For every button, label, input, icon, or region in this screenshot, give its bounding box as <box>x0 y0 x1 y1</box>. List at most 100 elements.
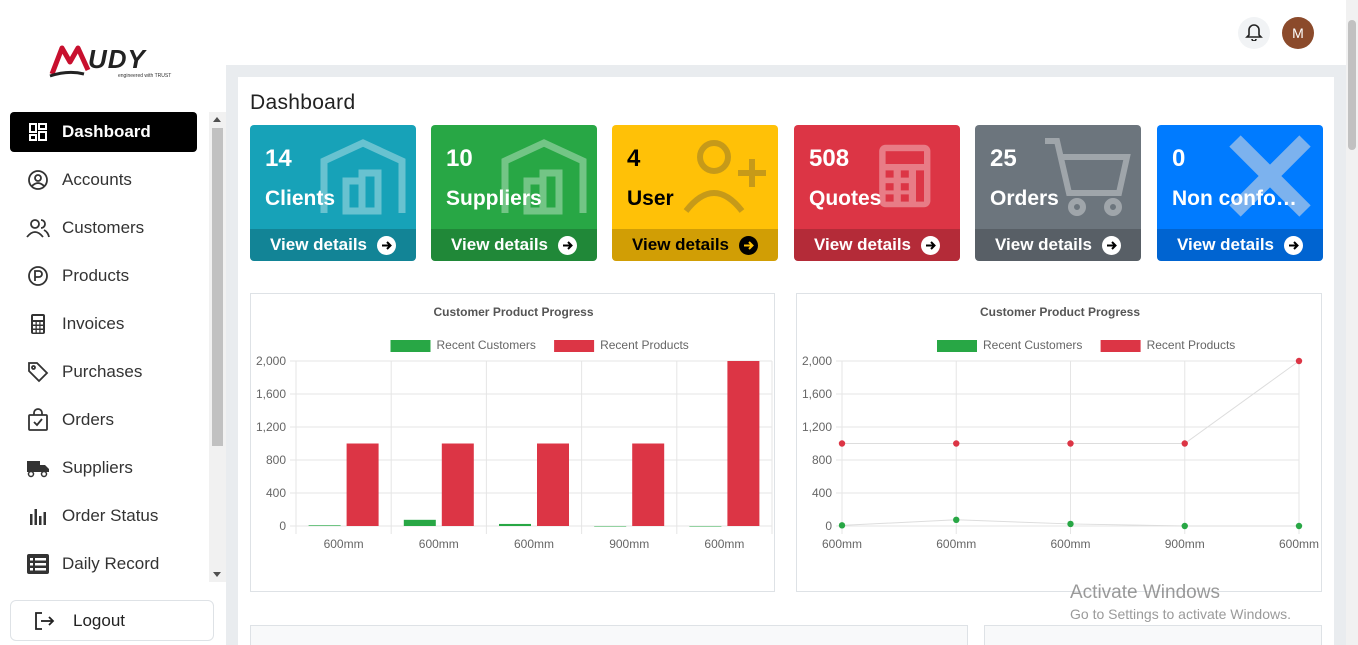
page-title: Dashboard <box>250 91 356 114</box>
legend-swatch <box>937 340 977 352</box>
user-circle-icon <box>26 168 50 192</box>
card-label: Suppliers <box>446 187 542 210</box>
sidebar-item-label: Daily Record <box>62 554 160 573</box>
view-details-link[interactable]: View details <box>1157 229 1323 261</box>
x-tick-label: 600mm <box>324 537 364 551</box>
calculator-icon <box>879 144 931 208</box>
user-avatar[interactable]: M <box>1282 17 1314 49</box>
card-user: 4 User View details <box>612 125 778 261</box>
notifications-button[interactable] <box>1238 17 1270 49</box>
svg-text:UDY: UDY <box>88 44 148 74</box>
latest-orders-panel <box>250 625 968 645</box>
scroll-down-icon[interactable] <box>213 572 221 577</box>
view-details-link[interactable]: View details <box>250 229 416 261</box>
x-tick-label: 600mm <box>822 537 862 551</box>
card-orders: 25 Orders View details <box>975 125 1141 261</box>
customer-product-bar-chart: Customer Product Progress Recent Customer… <box>250 293 775 592</box>
view-details-label: View details <box>813 235 911 254</box>
sidebar-item-products[interactable]: Products <box>10 256 197 296</box>
legend-swatch <box>554 340 595 352</box>
sidebar-item-suppliers[interactable]: Suppliers <box>10 448 197 488</box>
sidebar-item-dashboard[interactable]: Dashboard <box>10 112 197 152</box>
card-clients: 14 Clients View details <box>250 125 416 261</box>
legend-label: Recent Customers <box>983 338 1082 352</box>
bar-recent-products <box>346 443 379 526</box>
bar-recent-customers <box>308 525 341 526</box>
sidebar-item-label: Customers <box>62 218 145 237</box>
list-icon <box>26 552 50 576</box>
view-details-label: View details <box>994 235 1092 254</box>
top-header <box>226 0 1346 65</box>
card-quotes: 508 Quotes View details <box>794 125 960 261</box>
arrow-right-circle-icon <box>739 235 758 255</box>
sidebar-item-customers[interactable]: Customers <box>10 208 197 248</box>
y-tick-label: 0 <box>825 519 832 533</box>
arrow-right-circle-icon <box>1284 235 1303 255</box>
view-details-link[interactable]: View details <box>794 229 960 261</box>
logout-button[interactable]: Logout <box>10 600 214 641</box>
arrow-right-circle-icon <box>921 235 940 255</box>
sidebar-nav: Dashboard Accounts Customers Products In… <box>0 106 210 582</box>
card-non-conformities: 0 Non conformities View details <box>1157 125 1323 261</box>
chart-title: Customer Product Progress <box>433 305 593 319</box>
sidebar-item-label: Order Status <box>62 506 159 525</box>
sidebar-item-orders[interactable]: Orders <box>10 400 197 440</box>
legend-label: Recent Products <box>1147 338 1236 352</box>
y-tick-label: 1,600 <box>256 387 286 401</box>
scrollbar-thumb[interactable] <box>1348 20 1356 150</box>
brand-logo[interactable]: UDY engineered with TRUST <box>48 40 174 80</box>
data-point-recent-customers <box>1295 522 1303 530</box>
y-tick-label: 400 <box>266 486 286 500</box>
arrow-right-circle-icon <box>558 235 577 255</box>
sidebar-item-purchases[interactable]: Purchases <box>10 352 197 392</box>
view-details-link[interactable]: View details <box>975 229 1141 261</box>
card-label: User <box>627 187 674 210</box>
x-tick-label: 600mm <box>1279 537 1319 551</box>
y-tick-label: 800 <box>266 453 286 467</box>
data-point-recent-customers <box>838 522 846 529</box>
user-plus-icon <box>683 140 766 213</box>
view-details-link[interactable]: View details <box>431 229 597 261</box>
legend-swatch <box>1100 340 1141 352</box>
svg-text:engineered with TRUST: engineered with TRUST <box>118 73 171 79</box>
sidebar-item-daily-record[interactable]: Daily Record <box>10 544 197 582</box>
card-value: 10 <box>446 145 473 172</box>
data-point-recent-products <box>1295 357 1303 365</box>
sidebar-scrollbar[interactable] <box>209 112 226 582</box>
chart-title: Customer Product Progress <box>980 305 1140 319</box>
card-value: 14 <box>265 145 292 172</box>
card-label: Clients <box>265 187 336 210</box>
view-details-label: View details <box>269 235 367 254</box>
watermark-subtitle: Go to Settings to activate Windows. <box>1070 606 1291 622</box>
window-scrollbar[interactable] <box>1346 0 1358 645</box>
y-tick-label: 0 <box>279 519 286 533</box>
sidebar-item-label: Suppliers <box>62 458 133 477</box>
view-details-label: View details <box>631 235 729 254</box>
bar-recent-products <box>727 361 760 526</box>
sidebar-item-accounts[interactable]: Accounts <box>10 160 197 200</box>
bar-recent-products <box>537 443 569 526</box>
sidebar-item-order-status[interactable]: Order Status <box>10 496 197 536</box>
sidebar-item-label: Accounts <box>62 170 132 189</box>
calculator-icon <box>26 312 50 336</box>
customer-product-line-chart: Customer Product Progress Recent Customer… <box>796 293 1322 592</box>
card-label: Non conformities <box>1172 187 1302 210</box>
tag-icon <box>26 360 50 384</box>
sidebar-item-label: Purchases <box>62 362 143 381</box>
bar-recent-customers <box>594 526 627 527</box>
x-tick-label: 600mm <box>1050 537 1090 551</box>
legend-label: Recent Products <box>600 338 689 352</box>
view-details-link[interactable]: View details <box>612 229 778 261</box>
bar-recent-customers <box>499 523 531 526</box>
truck-icon <box>26 456 50 480</box>
app-window: UDY engineered with TRUST Dashboard Acco… <box>0 0 1358 645</box>
y-tick-label: 800 <box>812 453 832 467</box>
sidebar-item-invoices[interactable]: Invoices <box>10 304 197 344</box>
data-point-recent-customers <box>1067 520 1074 528</box>
scrollbar-thumb[interactable] <box>212 128 223 446</box>
data-point-recent-customers <box>1181 522 1188 530</box>
recently-added-products-panel <box>984 625 1322 645</box>
bar-recent-customers <box>689 526 722 527</box>
sidebar-item-label: Dashboard <box>62 122 151 141</box>
scroll-up-icon[interactable] <box>213 117 221 122</box>
